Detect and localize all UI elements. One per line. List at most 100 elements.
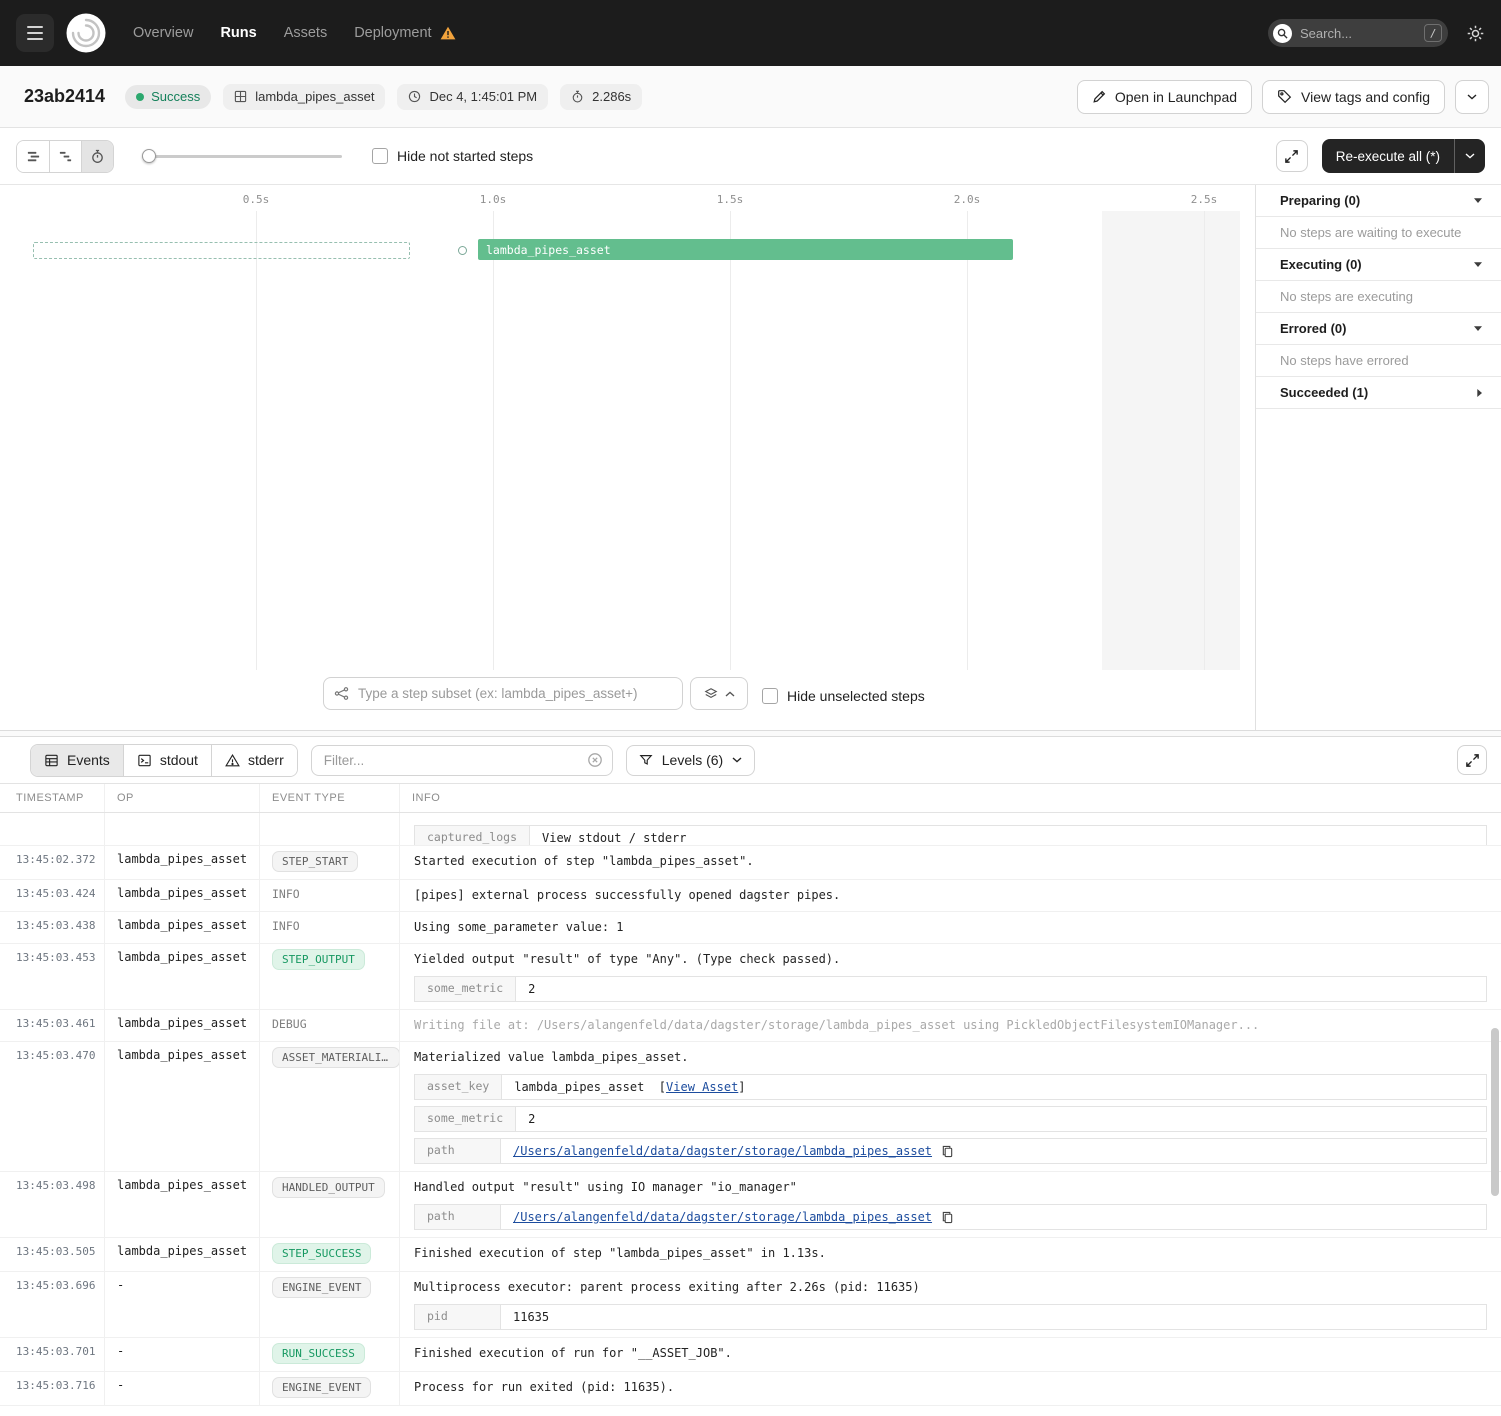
table-icon xyxy=(44,753,59,768)
global-search[interactable]: Search... / xyxy=(1268,19,1448,47)
event-message: Using some_parameter value: 1 xyxy=(414,918,1487,936)
event-log-body: captured_logsView stdout / stderr13:45:0… xyxy=(0,813,1501,1416)
timestamp-cell[interactable]: 13:45:03.498 xyxy=(0,1172,104,1237)
run-status-badge[interactable]: Success xyxy=(125,85,211,109)
event-type-cell: DEBUG xyxy=(259,1010,399,1041)
info-cell: captured_logsView stdout / stderr xyxy=(399,813,1501,846)
flat-view-button[interactable] xyxy=(17,141,49,172)
timed-view-button[interactable] xyxy=(81,141,113,172)
gear-icon[interactable] xyxy=(1466,24,1485,43)
levels-dropdown-button[interactable]: Levels (6) xyxy=(626,745,755,776)
log-filter-field[interactable] xyxy=(311,745,613,776)
metadata-path-link[interactable]: /Users/alangenfeld/data/dagster/storage/… xyxy=(513,1142,932,1160)
hide-unselected-checkbox[interactable]: Hide unselected steps xyxy=(762,688,925,704)
step-subset-field[interactable] xyxy=(323,677,683,710)
log-row: 13:45:03.701-RUN_SUCCESSFinished executi… xyxy=(0,1338,1501,1372)
metadata-text: lambda_pipes_asset xyxy=(514,1078,644,1096)
event-type-badge: STEP_OUTPUT xyxy=(272,949,365,970)
view-tags-config-label: View tags and config xyxy=(1301,89,1430,105)
reexecute-dropdown-button[interactable] xyxy=(1455,139,1485,173)
waterfall-view-button[interactable] xyxy=(49,141,81,172)
timestamp-cell[interactable]: 13:45:03.505 xyxy=(0,1238,104,1271)
metadata-entry: some_metric2 xyxy=(414,1106,1487,1132)
step-status-sidebar: Preparing (0) No steps are waiting to ex… xyxy=(1255,185,1501,730)
timestamp-cell xyxy=(0,813,104,846)
reexecute-all-button[interactable]: Re-execute all (*) xyxy=(1322,139,1454,173)
copy-icon[interactable] xyxy=(941,1211,954,1224)
timestamp-cell[interactable]: 13:45:02.372 xyxy=(0,846,104,879)
gantt-zoom-slider[interactable] xyxy=(142,149,342,163)
log-row: 13:45:02.372lambda_pipes_assetSTEP_START… xyxy=(0,846,1501,880)
sidebar-section-errored[interactable]: Errored (0) xyxy=(1256,313,1501,345)
dagster-logo[interactable] xyxy=(66,13,106,53)
clear-filter-icon[interactable] xyxy=(587,752,603,768)
gantt-step-bar[interactable]: lambda_pipes_asset xyxy=(478,239,1013,260)
event-message: Multiprocess executor: parent process ex… xyxy=(414,1278,1487,1296)
run-duration: 2.286s xyxy=(592,89,631,104)
timestamp-cell[interactable]: 13:45:03.470 xyxy=(0,1042,104,1171)
nav-overview[interactable]: Overview xyxy=(133,25,193,41)
timestamp-cell[interactable]: 13:45:03.716 xyxy=(0,1372,104,1405)
metadata-path-link[interactable]: /Users/alangenfeld/data/dagster/storage/… xyxy=(513,1208,932,1226)
stopwatch-icon xyxy=(571,90,584,103)
run-tag-job[interactable]: lambda_pipes_asset xyxy=(223,84,385,110)
timestamp-cell[interactable]: 13:45:03.424 xyxy=(0,880,104,911)
tab-stdout[interactable]: stdout xyxy=(123,745,211,776)
pencil-icon xyxy=(1092,90,1106,104)
event-type-cell: HANDLED_OUTPUT xyxy=(259,1172,399,1237)
search-shortcut-key: / xyxy=(1424,24,1442,42)
panel-splitter[interactable] xyxy=(0,730,1501,737)
run-tag-start-time[interactable]: Dec 4, 1:45:01 PM xyxy=(397,84,548,110)
tab-stderr[interactable]: stderr xyxy=(211,745,297,776)
tab-events[interactable]: Events xyxy=(31,745,123,776)
metadata-entry: some_metric 2 xyxy=(414,976,1487,1002)
timestamp-cell[interactable]: 13:45:03.453 xyxy=(0,944,104,1009)
metadata-entry: asset_keylambda_pipes_asset [View Asset] xyxy=(414,1074,1487,1100)
hide-not-started-checkbox[interactable]: Hide not started steps xyxy=(372,148,533,164)
slider-knob[interactable] xyxy=(142,149,156,163)
metadata-entry: path/Users/alangenfeld/data/dagster/stor… xyxy=(414,1138,1487,1164)
nav-assets[interactable]: Assets xyxy=(284,25,328,41)
timestamp-cell[interactable]: 13:45:03.696 xyxy=(0,1272,104,1337)
info-cell: Finished execution of run for "__ASSET_J… xyxy=(399,1338,1501,1371)
view-asset-link[interactable]: View Asset xyxy=(666,1078,738,1096)
log-row: 13:45:03.424lambda_pipes_assetINFO[pipes… xyxy=(0,880,1501,912)
log-fullscreen-button[interactable] xyxy=(1457,745,1487,775)
timestamp-cell[interactable]: 13:45:03.701 xyxy=(0,1338,104,1371)
gridline xyxy=(730,211,731,670)
sidebar-section-preparing[interactable]: Preparing (0) xyxy=(1256,185,1501,217)
step-subset-input[interactable] xyxy=(358,686,672,701)
bracket-text: ] xyxy=(738,1078,745,1096)
metadata-key: some_metric xyxy=(415,977,516,1001)
vertical-scrollbar[interactable] xyxy=(1491,1028,1499,1196)
gantt-fullscreen-button[interactable] xyxy=(1276,140,1308,172)
log-filter-input[interactable] xyxy=(324,753,587,768)
axis-tick: 1.5s xyxy=(717,193,744,206)
run-actions-dropdown-button[interactable] xyxy=(1455,80,1489,114)
checkbox-icon[interactable] xyxy=(762,688,778,704)
expand-icon xyxy=(1284,149,1299,164)
checkbox-icon[interactable] xyxy=(372,148,388,164)
metadata-text: 2 xyxy=(528,980,535,998)
hamburger-menu-button[interactable] xyxy=(16,14,54,52)
sidebar-section-succeeded[interactable]: Succeeded (1) xyxy=(1256,377,1501,409)
info-cell: Materialized value lambda_pipes_asset.as… xyxy=(399,1042,1501,1171)
metadata-value: 2 xyxy=(516,977,1486,1001)
collapse-panel-button[interactable] xyxy=(690,677,748,710)
axis-tick: 1.0s xyxy=(480,193,507,206)
timestamp-cell[interactable]: 13:45:03.438 xyxy=(0,912,104,943)
sidebar-section-executing[interactable]: Executing (0) xyxy=(1256,249,1501,281)
column-header-op: OP xyxy=(104,784,259,812)
metadata-value: /Users/alangenfeld/data/dagster/storage/… xyxy=(501,1139,1486,1163)
open-in-launchpad-button[interactable]: Open in Launchpad xyxy=(1077,80,1252,114)
copy-icon[interactable] xyxy=(941,1145,954,1158)
run-tag-duration[interactable]: 2.286s xyxy=(560,84,642,110)
nav-deployment[interactable]: Deployment xyxy=(354,25,455,41)
nav-runs[interactable]: Runs xyxy=(220,25,256,41)
info-cell: Process for run exited (pid: 11635). xyxy=(399,1372,1501,1405)
timestamp-cell[interactable]: 13:45:03.461 xyxy=(0,1010,104,1041)
op-cell: - xyxy=(104,1372,259,1405)
view-tags-config-button[interactable]: View tags and config xyxy=(1262,80,1445,114)
event-type-badge: ENGINE_EVENT xyxy=(272,1377,371,1398)
event-type-label: DEBUG xyxy=(272,1017,307,1031)
